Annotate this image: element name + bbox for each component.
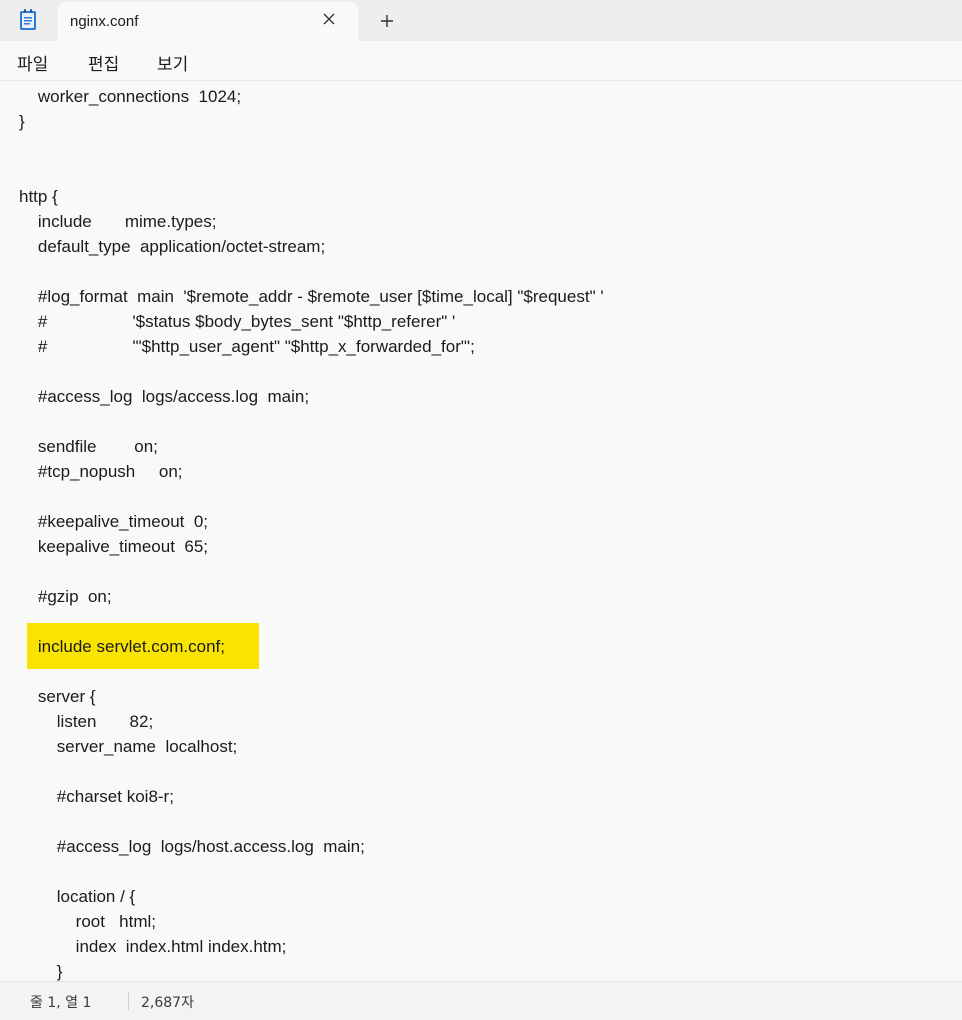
status-bar: 줄 1, 열 1 2,687자 [0,981,962,1020]
editor-line: include mime.types; [19,212,217,231]
close-icon[interactable] [320,10,340,30]
editor-line: index index.html index.htm; [19,937,287,956]
editor-line: #access_log logs/access.log main; [19,387,310,406]
editor-line: server_name localhost; [19,737,238,756]
text-editor[interactable]: worker_connections 1024;} http { include … [0,82,962,981]
editor-line: listen 82; [19,712,154,731]
editor-line: server { [19,687,96,706]
menu-view[interactable]: 보기 [157,50,188,75]
editor-line: } [19,962,63,981]
menu-bar: 파일 편집 보기 [0,41,962,81]
tab-nginx-conf[interactable]: nginx.conf [58,2,358,42]
tab-title: nginx.conf [70,13,139,30]
notepad-icon [19,9,37,31]
editor-line: root html; [19,912,156,931]
menu-file[interactable]: 파일 [17,50,48,75]
editor-line: sendfile on; [19,437,158,456]
editor-line: location / { [19,887,136,906]
editor-line: #log_format main '$remote_addr - $remote… [19,287,604,306]
status-divider [128,992,129,1010]
cursor-position: 줄 1, 열 1 [30,995,92,1011]
editor-line: worker_connections 1024; [19,87,242,106]
editor-line: #charset koi8-r; [19,787,174,806]
editor-line: keepalive_timeout 65; [19,537,209,556]
editor-line: } [19,112,25,131]
editor-line: #access_log logs/host.access.log main; [19,837,365,856]
editor-line: #tcp_nopush on; [19,462,183,481]
editor-line: include servlet.com.conf; [19,637,225,656]
plus-icon[interactable] [376,10,398,32]
editor-line: # '$status $body_bytes_sent "$http_refer… [19,312,456,331]
editor-line: # '"$http_user_agent" "$http_x_forwarded… [19,337,475,356]
editor-line: http { [19,187,58,206]
editor-line: #keepalive_timeout 0; [19,512,209,531]
editor-line: #gzip on; [19,587,112,606]
tab-bar: nginx.conf [0,0,962,42]
character-count: 2,687자 [141,995,194,1011]
menu-edit[interactable]: 편집 [88,50,119,75]
editor-line: default_type application/octet-stream; [19,237,326,256]
